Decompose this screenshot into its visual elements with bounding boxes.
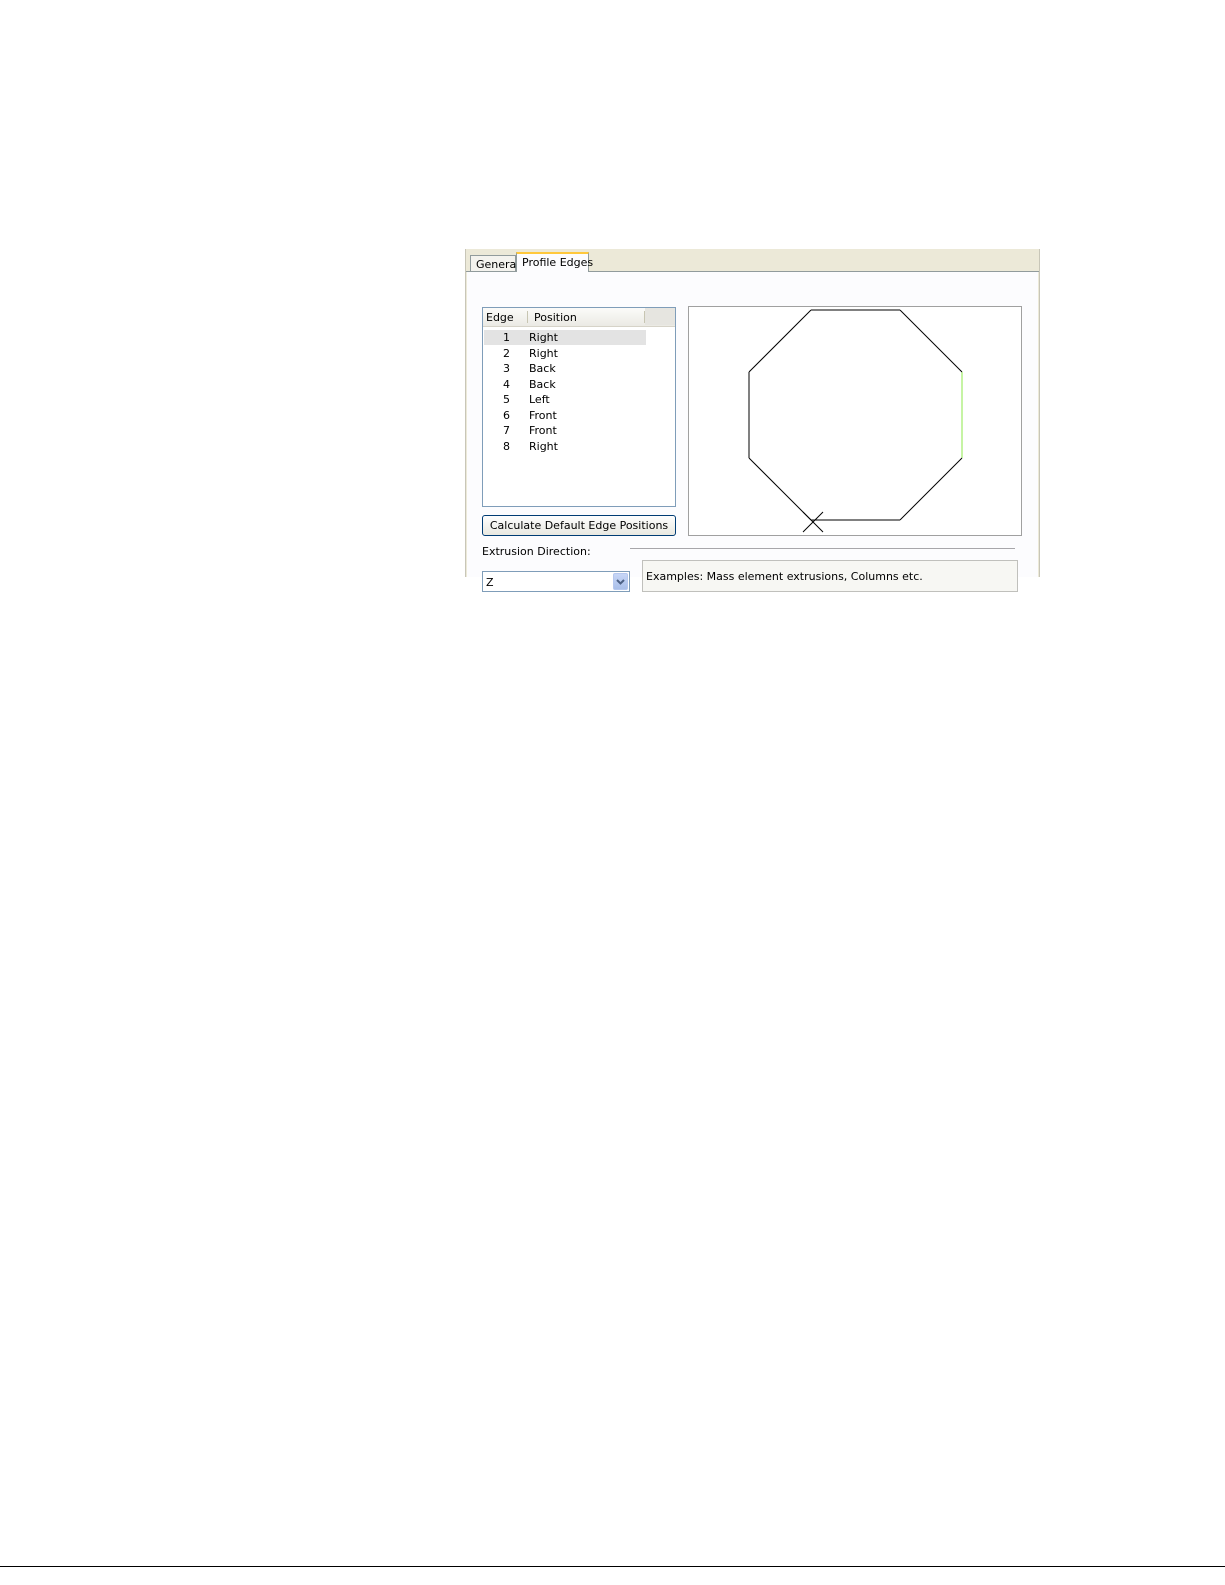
edge-list[interactable]: Edge Position 1 Right 2 Right 3 Back 4 Back 5 Lef…: [482, 307, 676, 507]
edge-number: 2: [503, 346, 510, 360]
tab-profile-edges[interactable]: Profile Edges: [516, 252, 593, 272]
extrusion-example-text: Examples: Mass element extrusions, Colum…: [646, 570, 923, 583]
edge-list-row[interactable]: 5 Left: [484, 392, 646, 407]
edge-position: Front: [529, 424, 557, 437]
column-header-filler: [645, 308, 675, 325]
edge-list-row[interactable]: 6 Front: [484, 408, 646, 423]
edge-position: Back: [529, 362, 556, 375]
extrusion-direction-label: Extrusion Direction:: [482, 545, 591, 558]
extrusion-direction-select[interactable]: Z: [482, 571, 630, 592]
edge-position: Front: [529, 408, 557, 422]
chevron-down-icon[interactable]: [613, 573, 628, 590]
edge-properties-dialog: General Profile Edges Edge Position 1 Rig…: [465, 249, 1040, 592]
edge-number: 4: [503, 377, 510, 391]
separator-line: [630, 548, 1015, 549]
extrusion-example-box: Examples: Mass element extrusions, Colum…: [642, 560, 1018, 592]
edge-number: 5: [503, 393, 510, 406]
edge-number: 6: [503, 408, 510, 422]
edge-list-row[interactable]: 2 Right: [484, 346, 646, 361]
column-header-edge[interactable]: Edge: [486, 311, 514, 324]
profile-edge: [748, 309, 812, 373]
octagon-profile-graphic: [748, 309, 963, 533]
tab-strip: General Profile Edges: [466, 249, 1039, 272]
edge-number: 7: [503, 424, 510, 437]
edge-list-row[interactable]: 7 Front: [484, 423, 646, 438]
edge-position: Right: [529, 439, 558, 453]
profile-edge: [899, 457, 963, 521]
edge-position: Right: [529, 331, 558, 344]
profile-edge: [899, 309, 963, 373]
edge-number: 3: [503, 362, 510, 375]
edge-list-header: Edge Position: [483, 308, 675, 327]
extrusion-direction-value: Z: [486, 576, 494, 589]
edge-position: Right: [529, 346, 558, 360]
edge-list-row[interactable]: 3 Back: [484, 361, 646, 376]
profile-preview: [688, 306, 1022, 536]
edge-list-row[interactable]: 8 Right: [484, 439, 646, 454]
edge-list-row[interactable]: 4 Back: [484, 377, 646, 392]
edge-position: Left: [529, 393, 550, 406]
edge-list-row[interactable]: 1 Right: [484, 330, 646, 345]
calculate-default-edge-positions-button[interactable]: Calculate Default Edge Positions: [482, 515, 676, 536]
column-separator[interactable]: [527, 311, 528, 323]
edge-number: 1: [503, 331, 510, 344]
profile-edge: [748, 457, 812, 521]
edge-number: 8: [503, 439, 510, 453]
tab-general[interactable]: General: [470, 255, 519, 271]
column-header-position[interactable]: Position: [534, 311, 577, 324]
origin-marker-icon: [802, 511, 824, 533]
profile-edges-panel: Edge Position 1 Right 2 Right 3 Back 4 Back 5 Lef…: [467, 272, 1038, 592]
edge-position: Back: [529, 377, 556, 391]
page-footer-rule: [0, 1566, 1225, 1567]
